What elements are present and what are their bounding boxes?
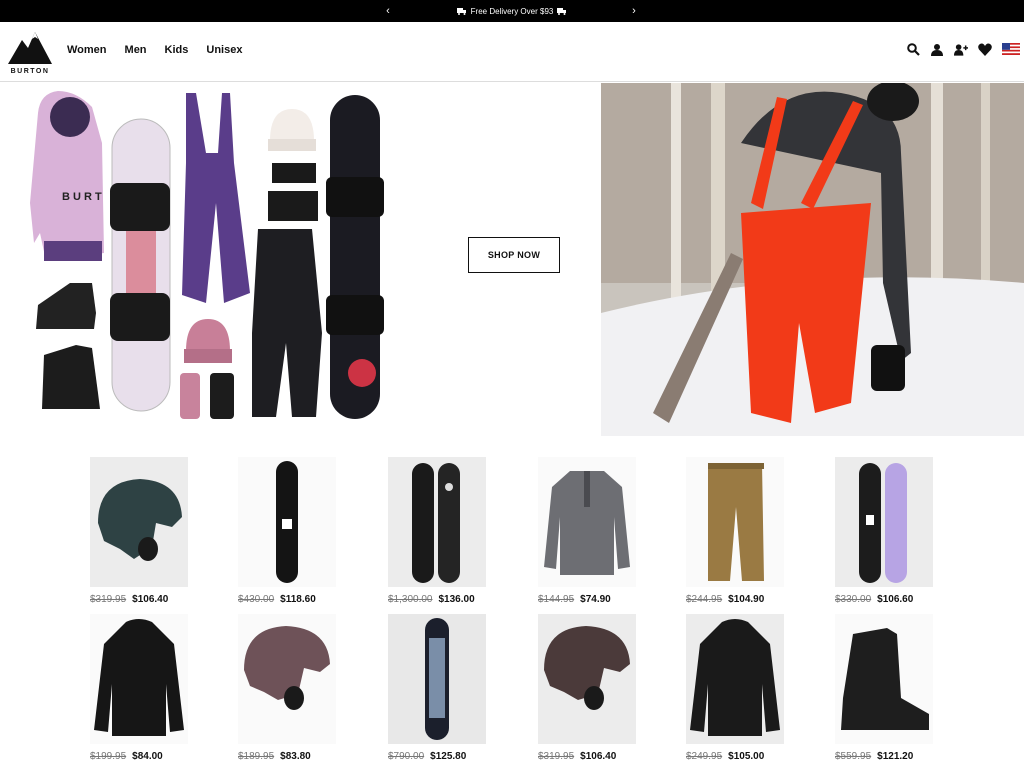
product-card[interactable]: $790.00 $125.80 xyxy=(388,614,486,762)
product-card[interactable]: $319.95 $106.40 xyxy=(90,457,188,605)
price-group: $559.95 $121.20 xyxy=(835,751,955,762)
original-price: $430.00 xyxy=(238,594,275,605)
price-group: $1,300.00 $136.00 xyxy=(388,594,508,605)
add-user-icon[interactable] xyxy=(954,42,968,56)
brand-wordmark: BURTON xyxy=(10,68,50,75)
product-card[interactable]: $249.95 $105.00 xyxy=(686,614,784,762)
product-card[interactable]: $189.95 $83.80 xyxy=(238,614,336,762)
product-image-snowboard-graphic[interactable] xyxy=(388,614,486,744)
original-price: $319.95 xyxy=(90,594,127,605)
product-image-snowboard-pair-purple[interactable] xyxy=(835,457,933,587)
hero-lifestyle-image[interactable] xyxy=(601,83,1024,436)
sale-price: $106.60 xyxy=(877,594,914,605)
account-icon[interactable] xyxy=(930,42,944,56)
price-group: $249.95 $105.00 xyxy=(686,751,806,762)
sale-price: $136.00 xyxy=(438,594,475,605)
sale-price: $106.40 xyxy=(580,751,617,762)
promo-next-arrow[interactable]: › xyxy=(626,0,642,22)
sale-price: $84.00 xyxy=(132,751,163,762)
sale-price: $105.00 xyxy=(728,751,765,762)
product-card[interactable]: $330.00 $106.60 xyxy=(835,457,933,605)
site-header: BURTON Women Men Kids Unisex xyxy=(0,22,1024,82)
main-nav: Women Men Kids Unisex xyxy=(67,44,242,56)
product-card[interactable]: $430.00 $118.60 xyxy=(238,457,336,605)
svg-text:B U R T: B U R T xyxy=(62,191,102,203)
product-image-shell-jacket[interactable] xyxy=(686,614,784,744)
original-price: $790.00 xyxy=(388,751,425,762)
product-card[interactable]: $199.95 $84.00 xyxy=(90,614,188,762)
product-image-snowboard-pair[interactable] xyxy=(388,457,486,587)
mountain-logo-icon xyxy=(8,32,52,64)
product-image-helmet[interactable] xyxy=(90,457,188,587)
original-price: $144.95 xyxy=(538,594,575,605)
price-group: $319.95 $106.40 xyxy=(90,594,210,605)
sale-price: $83.80 xyxy=(280,751,311,762)
snowboarder-illustration xyxy=(601,83,1024,436)
product-card[interactable]: $144.95 $74.90 xyxy=(538,457,636,605)
sale-price: $121.20 xyxy=(877,751,914,762)
price-group: $199.95 $84.00 xyxy=(90,751,210,762)
price-group: $144.95 $74.90 xyxy=(538,594,658,605)
product-card[interactable]: $1,300.00 $136.00 xyxy=(388,457,486,605)
promo-bar: ‹ Free Delivery Over $93 › xyxy=(0,0,1024,22)
search-icon[interactable] xyxy=(906,42,920,56)
product-image-snowboard[interactable] xyxy=(238,457,336,587)
original-price: $559.95 xyxy=(835,751,872,762)
promo-message-group: Free Delivery Over $93 xyxy=(456,7,568,16)
sale-price: $104.90 xyxy=(728,594,765,605)
original-price: $199.95 xyxy=(90,751,127,762)
price-group: $790.00 $125.80 xyxy=(388,751,508,762)
original-price: $1,300.00 xyxy=(388,594,433,605)
burton-logo[interactable]: BURTON xyxy=(6,28,54,78)
sale-price: $74.90 xyxy=(580,594,611,605)
product-image-fleece-pullover[interactable] xyxy=(538,457,636,587)
header-icons xyxy=(906,42,1020,56)
original-price: $330.00 xyxy=(835,594,872,605)
product-card[interactable]: $559.95 $121.20 xyxy=(835,614,933,762)
sale-price: $118.60 xyxy=(280,594,316,605)
promo-prev-arrow[interactable]: ‹ xyxy=(380,0,396,22)
original-price: $249.95 xyxy=(686,751,723,762)
product-image-helmet-brown[interactable] xyxy=(538,614,636,744)
product-image-snowboard-boot[interactable] xyxy=(835,614,933,744)
original-price: $319.95 xyxy=(538,751,575,762)
product-card[interactable]: $244.95 $104.90 xyxy=(686,457,784,605)
product-image-helmet-mauve[interactable] xyxy=(238,614,336,744)
shop-now-button[interactable]: SHOP NOW xyxy=(468,237,560,273)
nav-kids[interactable]: Kids xyxy=(165,44,189,56)
us-flag-icon[interactable] xyxy=(1002,43,1020,55)
price-group: $319.95 $106.40 xyxy=(538,751,658,762)
sale-price: $106.40 xyxy=(132,594,169,605)
nav-women[interactable]: Women xyxy=(67,44,107,56)
price-group: $430.00 $118.60 xyxy=(238,594,358,605)
original-price: $244.95 xyxy=(686,594,723,605)
promo-message[interactable]: Free Delivery Over $93 xyxy=(471,7,554,16)
product-image-snow-pants[interactable] xyxy=(686,457,784,587)
truck-icon xyxy=(456,7,467,15)
product-card[interactable]: $319.95 $106.40 xyxy=(538,614,636,762)
sale-price: $125.80 xyxy=(430,751,467,762)
wishlist-heart-icon[interactable] xyxy=(978,42,992,56)
original-price: $189.95 xyxy=(238,751,275,762)
product-image-puffer-jacket[interactable] xyxy=(90,614,188,744)
nav-unisex[interactable]: Unisex xyxy=(206,44,242,56)
nav-men[interactable]: Men xyxy=(125,44,147,56)
price-group: $330.00 $106.60 xyxy=(835,594,955,605)
price-group: $189.95 $83.80 xyxy=(238,751,358,762)
price-group: $244.95 $104.90 xyxy=(686,594,806,605)
truck-icon xyxy=(557,7,567,15)
